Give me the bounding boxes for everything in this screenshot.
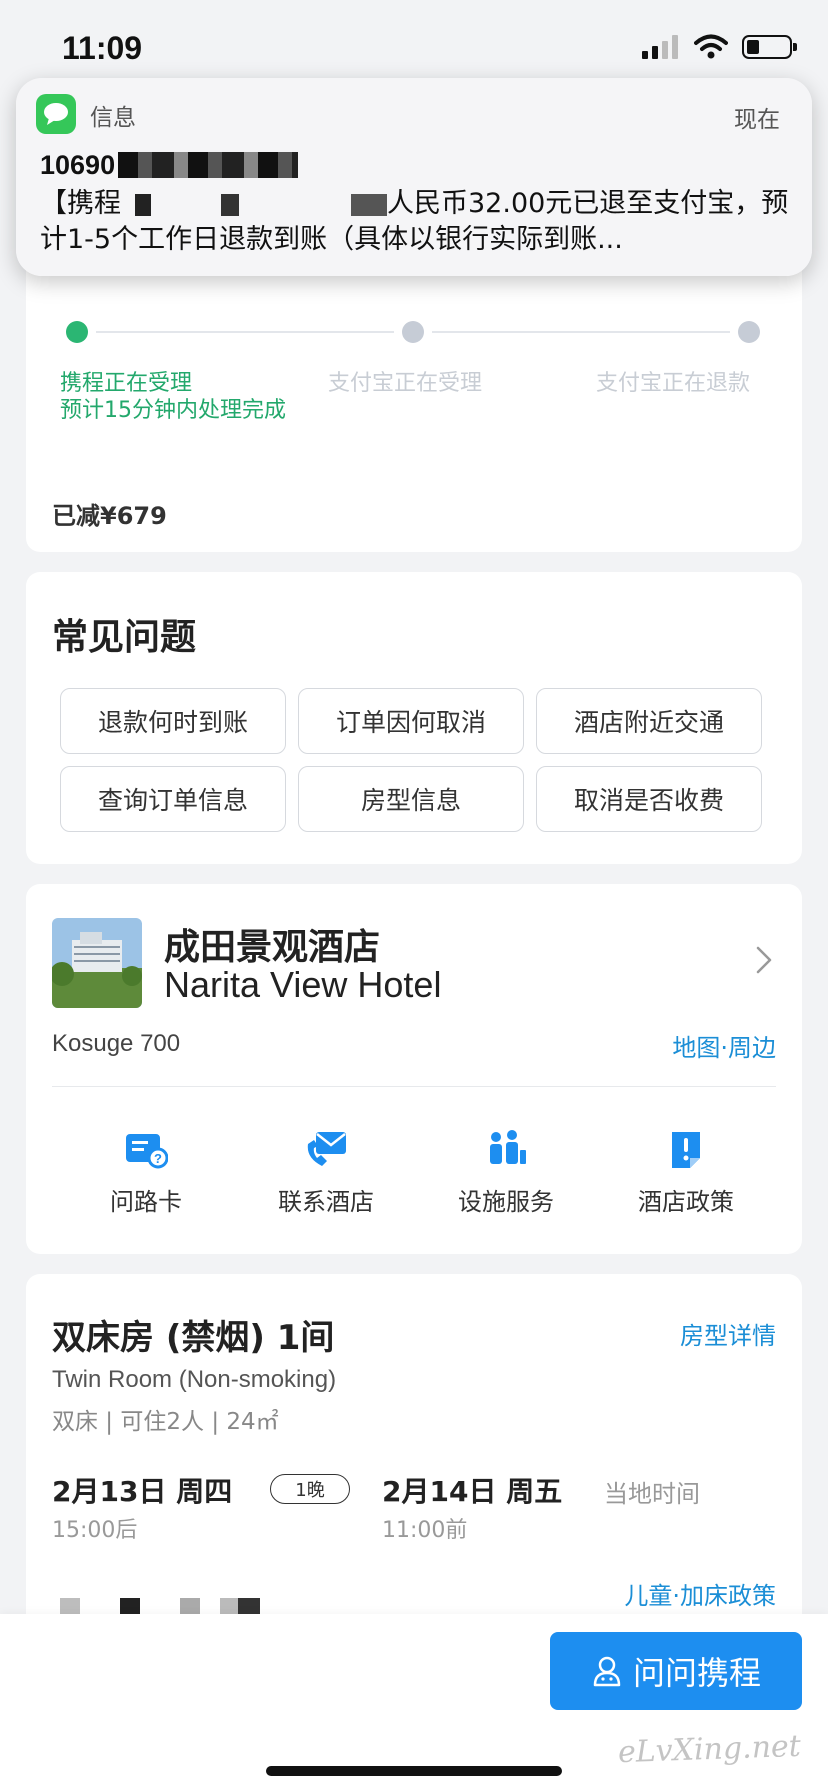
- direction-card-action[interactable]: ? 问路卡: [66, 1130, 226, 1217]
- discount-amount: 已减¥679: [52, 502, 167, 530]
- redaction-mosaic: [118, 152, 298, 178]
- status-time: 11:09: [62, 30, 143, 66]
- facilities-action[interactable]: 设施服务: [426, 1130, 586, 1217]
- room-title: 双床房 (禁烟) 1间: [52, 1318, 335, 1358]
- hotel-address: Kosuge 700: [52, 1030, 181, 1057]
- faq-refund-time-button[interactable]: 退款何时到账: [60, 688, 286, 754]
- cellular-signal-icon: [642, 35, 678, 59]
- child-bed-policy-link[interactable]: 儿童·加床政策: [624, 1576, 776, 1611]
- wifi-icon: [694, 34, 728, 59]
- faq-cancel-reason-button[interactable]: 订单因何取消: [298, 688, 524, 754]
- hotel-name-cn[interactable]: 成田景观酒店: [164, 918, 380, 970]
- refund-progress-card: 携程正在受理 预计15分钟内处理完成 支付宝正在受理 支付宝正在退款 已减¥67…: [26, 262, 802, 552]
- svg-text:?: ?: [154, 1151, 162, 1166]
- faq-card: 常见问题 退款何时到账 订单因何取消 酒店附近交通 查询订单信息 房型信息 取消…: [26, 572, 802, 864]
- watermark: eLvXing.net: [617, 1728, 802, 1771]
- hotel-policy-action[interactable]: 酒店政策: [606, 1130, 766, 1217]
- faq-cancel-fee-button[interactable]: 取消是否收费: [536, 766, 762, 832]
- hotel-photo[interactable]: [52, 918, 142, 1008]
- step-label-1: 携程正在受理 预计15分钟内处理完成: [60, 371, 286, 423]
- map-nearby-link[interactable]: 地图·周边: [672, 1028, 776, 1063]
- hotel-policy-label: 酒店政策: [638, 1188, 734, 1216]
- messages-app-icon: [36, 94, 76, 134]
- direction-card-icon: ?: [126, 1134, 168, 1169]
- step-dot-3: [738, 321, 760, 343]
- step-dot-1: [66, 321, 88, 343]
- notification-body: 【携程 人民币32.00元已退至支付宝，预计1-5个工作日退款到账（具体以银行实际…: [40, 188, 789, 255]
- battery-icon: [742, 35, 797, 59]
- phone-mail-icon: [307, 1132, 346, 1166]
- notification-app-name: 信息: [90, 105, 136, 131]
- facilities-label: 设施服务: [458, 1188, 554, 1216]
- room-detail-link[interactable]: 房型详情: [680, 1316, 776, 1351]
- direction-card-label: 问路卡: [110, 1188, 182, 1216]
- faq-transport-button[interactable]: 酒店附近交通: [536, 688, 762, 754]
- faq-title: 常见问题: [52, 617, 197, 658]
- ask-ctrip-label: 问问携程: [632, 1654, 761, 1692]
- hotel-name-en[interactable]: Narita View Hotel: [164, 964, 441, 1006]
- notification-time: 现在: [734, 107, 780, 133]
- room-name-en: Twin Room (Non-smoking): [52, 1366, 337, 1393]
- bottom-action-bar: 问问携程 eLvXing.net: [0, 1614, 828, 1792]
- contact-hotel-action[interactable]: 联系酒店: [246, 1130, 406, 1217]
- local-time-label: 当地时间: [604, 1480, 700, 1508]
- notification-sender: 10690: [40, 150, 116, 180]
- room-card: 双床房 (禁烟) 1间 房型详情 Twin Room (Non-smoking)…: [26, 1274, 802, 1634]
- people-service-icon: [490, 1130, 526, 1164]
- faq-order-info-button[interactable]: 查询订单信息: [60, 766, 286, 832]
- status-icons: [642, 34, 797, 60]
- faq-room-info-button[interactable]: 房型信息: [298, 766, 524, 832]
- divider: [52, 1086, 776, 1087]
- ask-ctrip-button[interactable]: 问问携程: [550, 1632, 802, 1710]
- step-dot-2: [402, 321, 424, 343]
- home-indicator[interactable]: [266, 1766, 562, 1776]
- policy-icon: [672, 1132, 700, 1168]
- nights-badge: 1晚: [270, 1474, 350, 1504]
- room-info: 双床 | 可住2人 | 24㎡: [52, 1409, 279, 1435]
- checkin-date: 2月13日 周四: [52, 1475, 233, 1508]
- chevron-right-icon[interactable]: [754, 944, 774, 976]
- checkout-date: 2月14日 周五: [382, 1475, 563, 1508]
- step-line: [96, 331, 394, 333]
- chat-person-icon: [593, 1656, 621, 1687]
- step-label-2: 支付宝正在受理: [328, 371, 483, 396]
- hotel-card: 成田景观酒店 Narita View Hotel Kosuge 700 地图·周…: [26, 884, 802, 1254]
- message-notification[interactable]: 信息 现在 10690 【携程 人民币32.00元已退至支付宝，预计1-5个工作日…: [16, 78, 812, 276]
- step-line: [432, 331, 730, 333]
- step-label-3: 支付宝正在退款: [596, 371, 751, 396]
- contact-hotel-label: 联系酒店: [278, 1188, 374, 1216]
